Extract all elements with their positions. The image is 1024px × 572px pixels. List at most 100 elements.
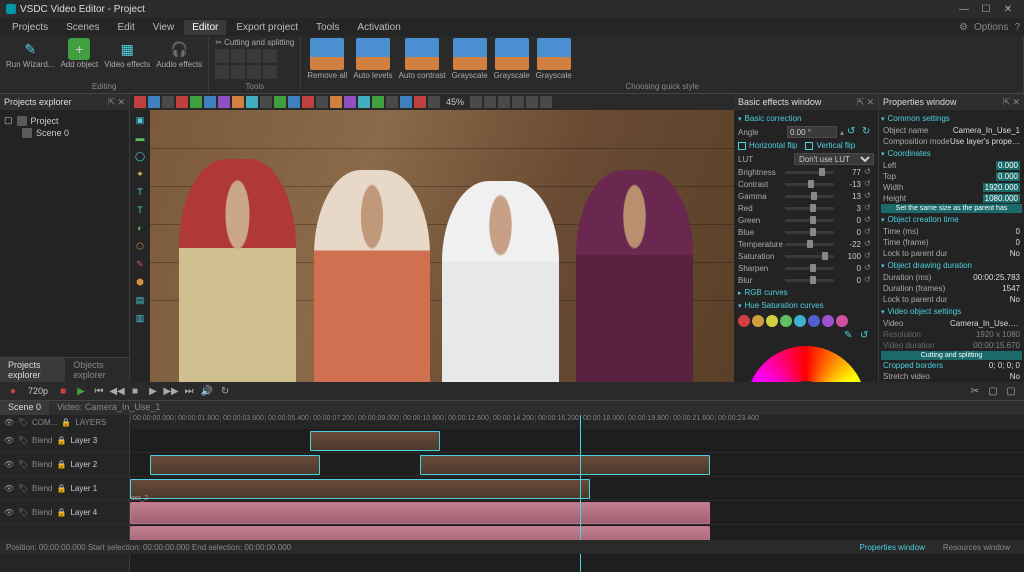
eye-icon[interactable]: 👁	[4, 418, 14, 427]
ct-btn-18[interactable]	[372, 96, 384, 108]
timeline-audio-clip[interactable]	[130, 502, 710, 524]
slider-track[interactable]	[785, 195, 834, 198]
timeline-clip[interactable]	[420, 455, 710, 475]
tree-collapse-icon[interactable]: ▢	[4, 115, 13, 126]
angle-stepper-icon[interactable]: ▴	[840, 128, 844, 137]
horizontal-flip-checkbox[interactable]: Horizontal flip	[738, 141, 797, 150]
tool-btn-2[interactable]	[231, 49, 245, 63]
menu-projects[interactable]: Projects	[4, 20, 56, 35]
ct-btn-21[interactable]	[414, 96, 426, 108]
timeline-tab-scene[interactable]: Scene 0	[0, 401, 49, 415]
tag-icon[interactable]: 🏷	[18, 418, 28, 427]
quick-grayscale-1[interactable]: Grayscale	[452, 38, 488, 80]
timeline-layer-row[interactable]: 👁🏷Blend🔒Layer 4	[0, 501, 129, 525]
rotate-left-icon[interactable]: ↺	[847, 126, 859, 138]
tag-icon[interactable]: 🏷	[18, 460, 28, 469]
prop-height[interactable]: 1080.000	[983, 194, 1020, 203]
menu-export[interactable]: Export project	[228, 20, 306, 35]
bottom-tab-properties[interactable]: Properties window	[851, 542, 932, 553]
color-swatch[interactable]	[794, 315, 806, 327]
ct-btn-26[interactable]	[526, 96, 538, 108]
menu-view[interactable]: View	[145, 20, 183, 35]
timeline-track-1[interactable]: ost_2	[130, 477, 1024, 501]
quick-grayscale-3[interactable]: Grayscale	[536, 38, 572, 80]
section-coords[interactable]: Coordinates	[881, 147, 1022, 160]
st-6[interactable]: T	[132, 202, 148, 218]
menu-scenes[interactable]: Scenes	[58, 20, 107, 35]
pb-last-icon[interactable]: ⏭	[182, 384, 196, 398]
preview-canvas[interactable]	[150, 110, 734, 382]
eye-icon[interactable]: 👁	[4, 484, 14, 493]
ct-btn-14[interactable]	[316, 96, 328, 108]
zoom-display[interactable]: 45%	[442, 97, 468, 107]
tool-btn-6[interactable]	[231, 65, 245, 79]
ct-btn-10[interactable]	[260, 96, 272, 108]
prop-dur-ms[interactable]: 00:00:25.783	[973, 273, 1020, 282]
ct-btn-17[interactable]	[358, 96, 370, 108]
tool-btn-8[interactable]	[263, 65, 277, 79]
tab-projects-explorer[interactable]: Projects explorer	[0, 358, 65, 382]
rotate-right-icon[interactable]: ↻	[862, 126, 874, 138]
color-swatch[interactable]	[738, 315, 750, 327]
menu-activation[interactable]: Activation	[349, 20, 408, 35]
pb-play-icon[interactable]: ▶	[146, 384, 160, 398]
color-wheel[interactable]	[746, 346, 866, 382]
reset-icon[interactable]: ↺	[864, 167, 874, 177]
ct-btn-24[interactable]	[498, 96, 510, 108]
timeline-ruler[interactable]: 00:00:00.00000:00:01.80000:00:03.60000:0…	[130, 415, 1024, 429]
reset-icon[interactable]: ↺	[864, 251, 874, 261]
st-2[interactable]: ▬	[132, 130, 148, 146]
panel-pin-icon[interactable]: ⇱	[108, 97, 116, 108]
ct-btn-1[interactable]	[134, 96, 146, 108]
reset-icon[interactable]: ↺	[864, 263, 874, 273]
pb-first-icon[interactable]: ⏮	[92, 384, 106, 398]
section-common[interactable]: Common settings	[881, 112, 1022, 125]
ct-btn-7[interactable]	[218, 96, 230, 108]
ct-btn-11[interactable]	[274, 96, 286, 108]
cutting-splitting-button[interactable]: ✂Cutting and splitting	[215, 38, 294, 47]
eye-icon[interactable]: 👁	[4, 508, 14, 517]
slider-track[interactable]	[785, 267, 834, 270]
pb-btn-2[interactable]: ▶	[74, 384, 88, 398]
vertical-flip-checkbox[interactable]: Vertical flip	[805, 141, 855, 150]
ct-btn-9[interactable]	[246, 96, 258, 108]
eye-icon[interactable]: 👁	[4, 436, 14, 445]
minimize-button[interactable]: —	[954, 2, 974, 16]
pb-loop-icon[interactable]: ↻	[218, 384, 232, 398]
lock-icon[interactable]: 🔒	[56, 484, 66, 493]
tool-btn-4[interactable]	[263, 49, 277, 63]
pb-next-icon[interactable]: ▶▶	[164, 384, 178, 398]
quick-auto-levels[interactable]: Auto levels	[353, 38, 392, 80]
reset-icon[interactable]: ↺	[864, 191, 874, 201]
prop-comp-mode[interactable]: Use layer's properties	[950, 137, 1020, 146]
help-icon[interactable]: ?	[1014, 22, 1020, 33]
ct-btn-19[interactable]	[386, 96, 398, 108]
panel-pin-icon[interactable]: ⇱	[1003, 97, 1011, 108]
ct-btn-16[interactable]	[344, 96, 356, 108]
slider-track[interactable]	[785, 171, 834, 174]
prop-lock-1[interactable]: No	[1010, 249, 1020, 258]
color-swatch[interactable]	[836, 315, 848, 327]
project-tree[interactable]: ▢ Project Scene 0	[0, 110, 129, 357]
panel-close-icon[interactable]: ✕	[866, 97, 874, 108]
panel-pin-icon[interactable]: ⇱	[857, 97, 865, 108]
st-4[interactable]: ✦	[132, 166, 148, 182]
run-wizard-button[interactable]: ✎ Run Wizard...	[6, 38, 54, 69]
st-cursor[interactable]: ▣	[132, 112, 148, 128]
st-3[interactable]: ◯	[132, 148, 148, 164]
close-button[interactable]: ✕	[998, 2, 1018, 16]
color-swatch[interactable]	[808, 315, 820, 327]
slider-track[interactable]	[785, 183, 834, 186]
timeline-clip[interactable]	[310, 431, 440, 451]
ct-btn-22[interactable]	[428, 96, 440, 108]
prop-lock-2[interactable]: No	[1010, 295, 1020, 304]
pb-record-icon[interactable]: ●	[6, 384, 20, 398]
prop-object-name[interactable]: Camera_In_Use_1	[953, 126, 1020, 135]
slider-track[interactable]	[785, 207, 834, 210]
bottom-tab-resources[interactable]: Resources window	[935, 542, 1018, 553]
prop-cropped[interactable]: 0; 0; 0; 0	[989, 361, 1020, 370]
prop-time-frame[interactable]: 0	[1016, 238, 1020, 247]
prop-left[interactable]: 0.000	[996, 161, 1020, 170]
tab-objects-explorer[interactable]: Objects explorer	[65, 358, 129, 382]
ct-btn-5[interactable]	[190, 96, 202, 108]
